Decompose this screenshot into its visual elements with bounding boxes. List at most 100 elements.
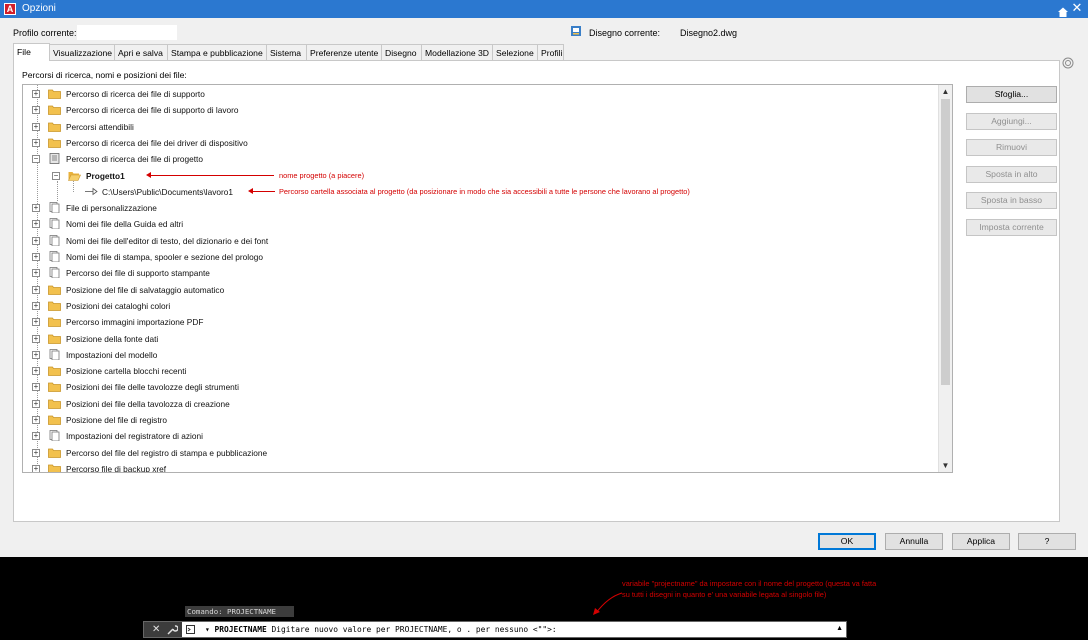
expand-icon[interactable]: + — [32, 220, 40, 229]
tree-row[interactable]: − Progetto1 nome progetto (a piacere) — [23, 168, 939, 184]
cancel-button[interactable]: Annulla — [885, 533, 943, 550]
tab-strip: File Visualizzazione Apri e salva Stampa… — [13, 43, 564, 61]
move-down-button[interactable]: Sposta in basso — [966, 192, 1057, 210]
tree-row[interactable]: + Percorsi attendibili — [23, 119, 939, 135]
tab-file[interactable]: File — [13, 43, 50, 61]
expand-icon[interactable]: + — [32, 448, 40, 457]
tab-stampa-e-pubblicazione[interactable]: Stampa e pubblicazione — [168, 44, 267, 60]
expand-icon[interactable]: + — [32, 432, 40, 441]
file-paths-tree[interactable]: + Percorso di ricerca dei file di support… — [22, 84, 953, 473]
expand-icon[interactable]: + — [32, 464, 40, 472]
tab-visualizzazione[interactable]: Visualizzazione — [50, 44, 115, 60]
tree-row[interactable]: + Posizione del file di registro — [23, 412, 939, 428]
tree-row[interactable]: + Percorso del file del registro di stamp… — [23, 445, 939, 461]
tree-item-label: Percorso del file del registro di stampa… — [66, 447, 268, 458]
browse-button[interactable]: Sfoglia... — [966, 86, 1057, 103]
home-icon[interactable] — [1057, 6, 1069, 18]
tab-preferenze-utente[interactable]: Preferenze utente — [307, 44, 382, 60]
tab-sistema[interactable]: Sistema — [267, 44, 307, 60]
tree-row[interactable]: + Impostazioni del registratore di azioni — [23, 428, 939, 444]
close-icon[interactable]: ✕ — [152, 622, 160, 637]
tab-modellazione-3d[interactable]: Modellazione 3D — [422, 44, 493, 60]
tree-row[interactable]: C:\Users\Public\Documents\lavoro1 Percors… — [23, 184, 939, 200]
folder-icon — [48, 122, 61, 132]
ok-button[interactable]: OK — [818, 533, 876, 550]
folder-icon — [48, 464, 61, 472]
remove-button[interactable]: Rimuovi — [966, 139, 1057, 157]
tree-row[interactable]: + Percorso dei file di supporto stampante — [23, 265, 939, 281]
expand-icon[interactable]: + — [32, 236, 40, 245]
expand-icon[interactable]: + — [32, 367, 40, 376]
tree-row[interactable]: + Percorso file di backup xref — [23, 461, 939, 472]
options-dialog: A Opzioni ✕ Profilo corrente: Disegno co… — [0, 0, 1088, 557]
tree-row[interactable]: + Impostazioni del modello — [23, 347, 939, 363]
expand-icon[interactable]: + — [32, 285, 40, 294]
folder-icon — [48, 301, 61, 311]
annotation-arrow — [248, 187, 275, 194]
expand-icon[interactable]: + — [32, 301, 40, 310]
tab-disegno[interactable]: Disegno — [382, 44, 422, 60]
expand-icon[interactable]: + — [32, 416, 40, 424]
tab-apri-e-salva[interactable]: Apri e salva — [115, 44, 168, 60]
tree-row[interactable]: + File di personalizzazione — [23, 200, 939, 216]
title-bar[interactable]: A Opzioni ✕ — [0, 0, 1088, 18]
tree-row[interactable]: + Nomi dei file di stampa, spooler e sezi… — [23, 249, 939, 265]
expand-icon[interactable]: + — [32, 138, 40, 147]
expand-icon[interactable]: + — [32, 122, 40, 131]
tab-scroll-icon[interactable] — [1062, 57, 1074, 69]
expand-icon[interactable]: + — [32, 334, 40, 343]
folder-icon — [48, 138, 61, 148]
tree-row[interactable]: + Posizioni dei file della tavolozza di c… — [23, 396, 939, 412]
expand-icon[interactable]: + — [32, 253, 40, 261]
expand-icon[interactable]: + — [32, 318, 40, 327]
project-name-annotation: nome progetto (a piacere) — [279, 170, 365, 180]
tree-row[interactable]: + Percorso di ricerca dei file dei driver… — [23, 135, 939, 151]
close-button[interactable]: ✕ — [1070, 0, 1084, 16]
wrench-icon[interactable] — [166, 624, 178, 635]
expand-icon[interactable]: + — [32, 350, 40, 359]
tree-row[interactable]: + Percorso di ricerca dei file di support… — [23, 86, 939, 102]
tree-item-label: Posizioni dei file della tavolozza di cr… — [66, 398, 230, 409]
tree-scrollbar[interactable]: ▲ ▼ — [938, 85, 952, 472]
tree-row[interactable]: + Nomi dei file della Guida ed altri — [23, 216, 939, 232]
tree-row[interactable]: + Percorso di ricerca dei file di support… — [23, 102, 939, 118]
tree-item-label: Progetto1 — [86, 170, 125, 181]
expand-icon[interactable]: + — [32, 269, 40, 278]
move-up-button[interactable]: Sposta in alto — [966, 165, 1057, 183]
tree-row[interactable]: + Posizione cartella blocchi recenti — [23, 363, 939, 379]
expand-icon[interactable]: + — [32, 399, 40, 408]
apply-button[interactable]: Applica — [952, 533, 1010, 550]
tree-item-label: Percorso di ricerca dei file di supporto — [66, 89, 205, 99]
tree-row[interactable]: − Percorso di ricerca dei file di progett… — [23, 151, 939, 167]
collapse-icon[interactable]: − — [52, 171, 60, 180]
help-button[interactable]: ? — [1018, 533, 1076, 550]
project-icon — [49, 153, 60, 165]
scroll-thumb[interactable] — [941, 99, 950, 385]
tree-row[interactable]: + Posizioni dei file delle tavolozze degl… — [23, 379, 939, 395]
tree-row[interactable]: + Posizioni dei cataloghi colori — [23, 298, 939, 314]
collapse-icon[interactable]: − — [32, 155, 40, 164]
expand-icon[interactable]: + — [32, 383, 40, 392]
expand-icon[interactable]: + — [32, 204, 40, 213]
tab-profili[interactable]: Profili — [538, 44, 564, 60]
tree-item-label: Percorso immagini importazione PDF — [66, 317, 204, 328]
command-prompt-icon[interactable] — [186, 625, 197, 634]
expand-icon[interactable]: + — [32, 106, 40, 115]
tree-row[interactable]: + Posizione della fonte dati — [23, 331, 939, 347]
profile-label: Profilo corrente: — [13, 28, 77, 38]
command-prompt-text[interactable]: ▾ PROJECTNAME Digitare nuovo valore per … — [205, 625, 557, 634]
command-line[interactable]: ✕ ▾ PROJECTNAME Digitare nuovo valore pe… — [143, 621, 847, 638]
expand-icon[interactable]: + — [32, 90, 40, 98]
add-button[interactable]: Aggiungi... — [966, 112, 1057, 130]
scroll-down-icon[interactable]: ▼ — [939, 459, 952, 472]
tab-selezione[interactable]: Selezione — [493, 44, 538, 60]
tree-item-label: File di personalizzazione — [66, 203, 157, 214]
tree-row[interactable]: + Posizione del file di salvataggio autom… — [23, 282, 939, 298]
command-history-toggle-icon[interactable]: ▲ — [836, 625, 843, 632]
project-path-annotation: Percorso cartella associata al progetto … — [279, 186, 690, 196]
tree-row[interactable]: + Percorso immagini importazione PDF — [23, 314, 939, 330]
command-history: Comando: PROJECTNAME — [185, 606, 294, 617]
scroll-up-icon[interactable]: ▲ — [939, 85, 952, 98]
tree-row[interactable]: + Nomi dei file dell'editor di testo, del… — [23, 233, 939, 249]
set-current-button[interactable]: Imposta corrente — [966, 219, 1057, 236]
